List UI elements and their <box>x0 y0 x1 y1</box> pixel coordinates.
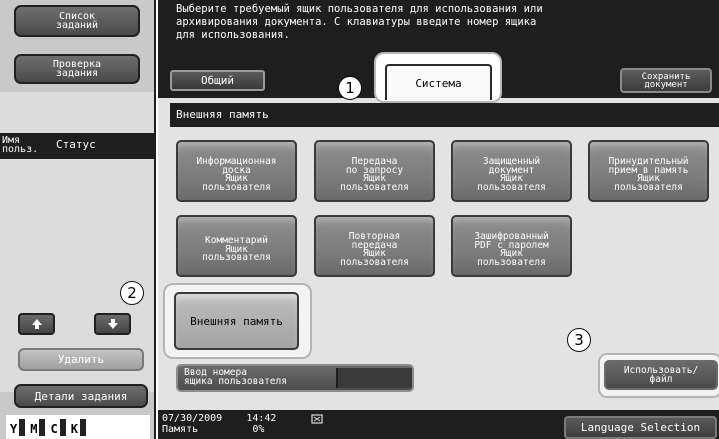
re-tx-box-button[interactable]: Повторная передача Ящик пользователя <box>314 215 435 277</box>
secure-print-box-button[interactable]: Защищенный документ Ящик пользователя <box>451 140 572 202</box>
job-details-button[interactable]: Детали задания <box>14 384 148 408</box>
main-area: Общий Система Сохранить документ 1 Внешн… <box>158 52 719 410</box>
external-memory-button[interactable]: Внешняя память <box>174 292 299 350</box>
instruction-line-1: Выберите требуемый ящик пользователя для… <box>176 3 543 15</box>
callout-2: 2 <box>120 281 144 305</box>
date-time: 07/30/2009 14:42 Память 0% <box>162 413 276 435</box>
bulletin-board-box-label: Информационная доска Ящик пользователя <box>196 156 277 193</box>
encrypted-pdf-box-button[interactable]: Зашифрованный PDF с паролем Ящик пользов… <box>451 215 572 277</box>
toner-y-label: Y <box>10 421 18 436</box>
save-document-button[interactable]: Сохранить документ <box>620 68 712 93</box>
callout-1: 1 <box>338 76 362 100</box>
user-box-number-label: Ввод номера ящика пользователя <box>184 367 287 387</box>
status-column-header: Статус <box>56 138 96 151</box>
memory-label: Память <box>162 424 199 435</box>
network-status-icon <box>311 414 323 424</box>
section-title: Внешняя память <box>170 103 719 127</box>
instruction-message: Выберите требуемый ящик пользователя для… <box>158 0 719 60</box>
check-job-button[interactable]: Проверка задания <box>14 54 140 84</box>
time: 14:42 <box>246 413 277 424</box>
memory-value: 0% <box>252 424 265 435</box>
toner-c-bar <box>59 418 66 436</box>
toner-m: M <box>30 418 46 436</box>
toner-y-bar <box>19 418 26 436</box>
polling-tx-box-label: Передача по запросу Ящик пользователя <box>340 156 409 193</box>
job-list-header: Имя польз. Статус <box>0 133 154 159</box>
toner-k: K <box>70 418 86 436</box>
use-file-button[interactable]: Использовать/ файл <box>604 360 718 390</box>
scroll-up-button[interactable] <box>18 313 55 335</box>
arrow-down-icon <box>107 319 118 329</box>
user-column-header: Имя польз. <box>2 135 39 155</box>
toner-k-bar <box>79 418 86 436</box>
re-tx-box-label: Повторная передача Ящик пользователя <box>340 231 409 268</box>
language-selection-button[interactable]: Language Selection <box>564 416 717 439</box>
date: 07/30/2009 <box>162 413 223 424</box>
status-bar: 07/30/2009 14:42 Память 0% Language Sele… <box>158 410 719 439</box>
callout-3: 3 <box>567 328 591 352</box>
job-list-button[interactable]: Список заданий <box>14 5 140 37</box>
toner-y: Y <box>10 418 26 436</box>
instruction-line-3: для использования. <box>176 29 290 41</box>
toner-k-label: K <box>70 421 78 436</box>
encrypted-pdf-box-label: Зашифрованный PDF с паролем Ящик пользов… <box>474 231 549 268</box>
tab-system[interactable]: Система <box>385 64 492 100</box>
arrow-up-icon <box>31 319 42 329</box>
scroll-down-button[interactable] <box>94 313 131 335</box>
memory-rx-box-button[interactable]: Принудительный прием в память Ящик польз… <box>588 140 709 202</box>
polling-tx-box-button[interactable]: Передача по запросу Ящик пользователя <box>314 140 435 202</box>
toner-levels: Y M C K <box>6 415 150 439</box>
instruction-line-2: архивирования документа. С клавиатуры вв… <box>176 16 537 28</box>
secure-print-box-label: Защищенный документ Ящик пользователя <box>477 156 546 193</box>
delete-button[interactable]: Удалить <box>18 348 144 371</box>
memory-rx-box-label: Принудительный прием в память Ящик польз… <box>608 156 689 193</box>
toner-c-label: C <box>50 421 58 436</box>
left-panel: Список заданий Проверка задания Имя поль… <box>0 0 156 439</box>
toner-c: C <box>50 418 66 436</box>
toner-m-label: M <box>30 421 38 436</box>
user-box-number-entry[interactable]: Ввод номера ящика пользователя <box>176 364 414 392</box>
toner-m-bar <box>39 418 46 436</box>
tab-general[interactable]: Общий <box>170 70 265 91</box>
annotation-box-label: Комментарий Ящик пользователя <box>202 235 271 264</box>
user-box-number-field[interactable] <box>336 368 412 388</box>
annotation-box-button[interactable]: Комментарий Ящик пользователя <box>176 215 297 277</box>
bulletin-board-box-button[interactable]: Информационная доска Ящик пользователя <box>176 140 297 202</box>
